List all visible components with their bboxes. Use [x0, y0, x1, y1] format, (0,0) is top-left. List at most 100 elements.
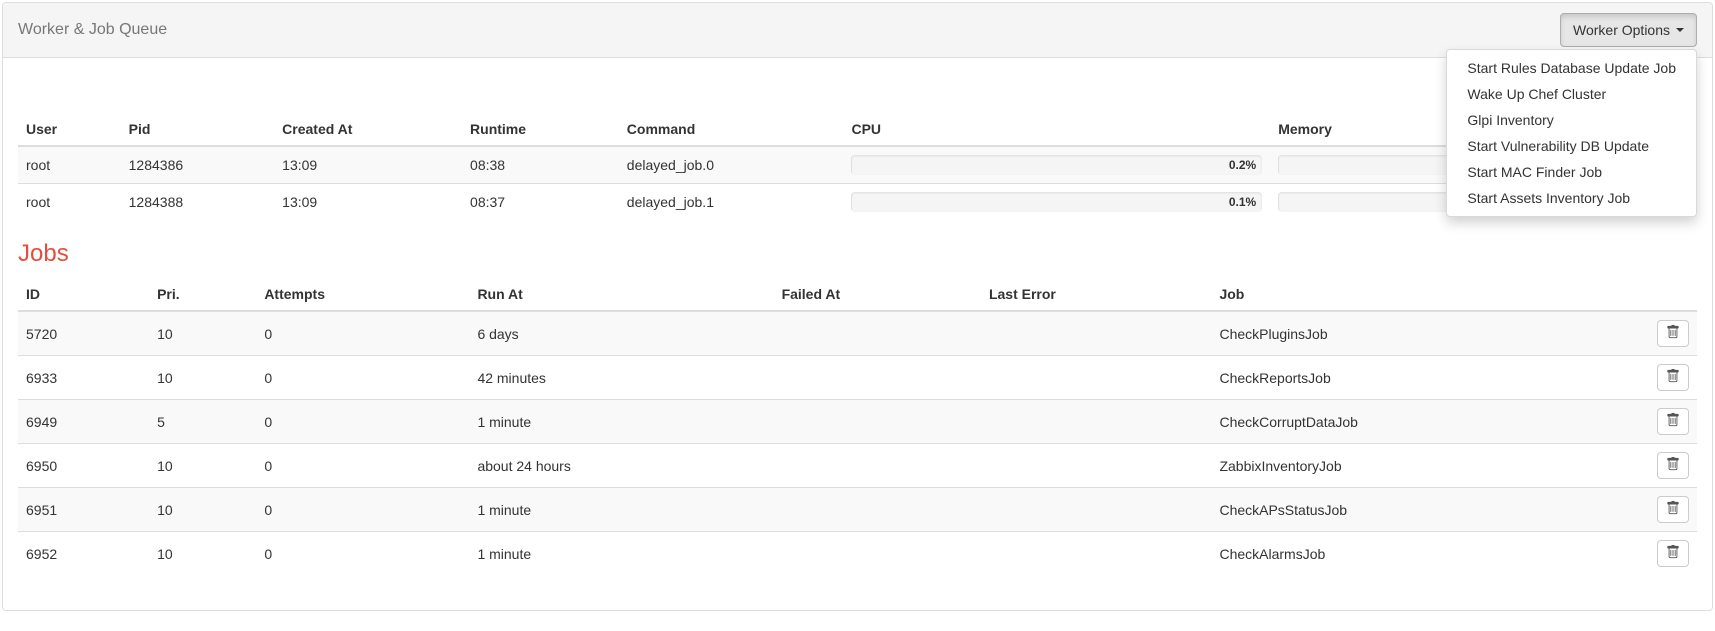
- progress-label: 0.1%: [1229, 192, 1256, 212]
- job-cell-last-error: [981, 488, 1212, 532]
- caret-down-icon: [1676, 28, 1684, 32]
- delete-job-button[interactable]: [1657, 496, 1689, 523]
- job-cell-actions: [1641, 444, 1697, 488]
- progress-label: 0.2%: [1229, 155, 1256, 175]
- job-cell-run-at: 1 minute: [469, 400, 773, 444]
- workers-th-pid: Pid: [121, 113, 275, 146]
- job-cell-last-error: [981, 400, 1212, 444]
- progress-bar: 0.2%: [851, 155, 1262, 175]
- job-cell-attempts: 0: [256, 400, 469, 444]
- worker-cell-cpu: 0.2%: [843, 146, 1270, 184]
- worker-options-label: Worker Options: [1573, 20, 1670, 40]
- worker-options-item[interactable]: Start Vulnerability DB Update: [1447, 133, 1696, 159]
- jobs-th-run-at: Run At: [469, 278, 773, 311]
- delete-job-button[interactable]: [1657, 408, 1689, 435]
- job-cell-run-at: 1 minute: [469, 532, 773, 576]
- job-cell-failed-at: [774, 356, 981, 400]
- trash-icon: [1666, 325, 1680, 342]
- job-cell-actions: [1641, 532, 1697, 576]
- worker-options-item[interactable]: Start Assets Inventory Job: [1447, 185, 1696, 211]
- worker-cell-created-at: 13:09: [274, 146, 462, 184]
- worker-row: root128438613:0908:38delayed_job.00.2%0.…: [18, 146, 1697, 184]
- worker-cell-pid: 1284388: [121, 184, 275, 221]
- job-cell-last-error: [981, 311, 1212, 356]
- job-cell-pri: 10: [149, 311, 256, 356]
- job-cell-failed-at: [774, 488, 981, 532]
- job-row: 57201006 daysCheckPluginsJob: [18, 311, 1697, 356]
- worker-options-item[interactable]: Glpi Inventory: [1447, 107, 1696, 133]
- job-row: 6949501 minute CheckCorruptDataJob: [18, 400, 1697, 444]
- trash-icon: [1666, 457, 1680, 474]
- job-cell-failed-at: [774, 400, 981, 444]
- job-row: 693310042 minutesCheckReportsJob: [18, 356, 1697, 400]
- jobs-th-pri: Pri.: [149, 278, 256, 311]
- worker-options-item[interactable]: Wake Up Chef Cluster: [1447, 81, 1696, 107]
- job-cell-pri: 5: [149, 400, 256, 444]
- worker-cell-runtime: 08:37: [462, 184, 619, 221]
- delete-job-button[interactable]: [1657, 452, 1689, 479]
- jobs-title: Jobs: [18, 240, 1697, 268]
- panel-heading: Worker & Job Queue Worker Options Start …: [3, 3, 1712, 58]
- job-cell-job: CheckAlarmsJob: [1211, 532, 1641, 576]
- progress-bar: 0.1%: [851, 192, 1262, 212]
- worker-row: root128438813:0908:37delayed_job.10.1%0.…: [18, 184, 1697, 221]
- job-cell-id: 6949: [18, 400, 149, 444]
- job-cell-id: 6952: [18, 532, 149, 576]
- delete-job-button[interactable]: [1657, 364, 1689, 391]
- job-cell-job: CheckPluginsJob: [1211, 311, 1641, 356]
- job-cell-job: CheckAPsStatusJob: [1211, 488, 1641, 532]
- job-cell-run-at: 42 minutes: [469, 356, 773, 400]
- job-row: 69521001 minute CheckAlarmsJob: [18, 532, 1697, 576]
- job-cell-pri: 10: [149, 356, 256, 400]
- trash-icon: [1666, 501, 1680, 518]
- worker-cell-command: delayed_job.1: [619, 184, 844, 221]
- job-cell-attempts: 0: [256, 532, 469, 576]
- job-cell-pri: 10: [149, 532, 256, 576]
- job-cell-last-error: [981, 532, 1212, 576]
- workers-th-user: User: [18, 113, 121, 146]
- worker-options-item[interactable]: Start Rules Database Update Job: [1447, 55, 1696, 81]
- panel-title: Worker & Job Queue: [18, 21, 167, 39]
- job-cell-job: CheckReportsJob: [1211, 356, 1641, 400]
- worker-cell-command: delayed_job.0: [619, 146, 844, 184]
- worker-cell-created-at: 13:09: [274, 184, 462, 221]
- worker-cell-user: root: [18, 184, 121, 221]
- job-cell-actions: [1641, 311, 1697, 356]
- job-cell-pri: 10: [149, 488, 256, 532]
- jobs-th-actions: [1641, 278, 1697, 311]
- worker-cell-user: root: [18, 146, 121, 184]
- jobs-table: ID Pri. Attempts Run At Failed At Last E…: [18, 278, 1697, 575]
- worker-cell-cpu: 0.1%: [843, 184, 1270, 221]
- workers-table: User Pid Created At Runtime Command CPU …: [18, 113, 1697, 220]
- delete-job-button[interactable]: [1657, 320, 1689, 347]
- worker-options-group: Worker Options Start Rules Database Upda…: [1560, 13, 1697, 47]
- job-cell-attempts: 0: [256, 488, 469, 532]
- job-cell-failed-at: [774, 311, 981, 356]
- job-cell-actions: [1641, 400, 1697, 444]
- worker-cell-pid: 1284386: [121, 146, 275, 184]
- worker-options-menu: Start Rules Database Update JobWake Up C…: [1446, 49, 1697, 217]
- trash-icon: [1666, 413, 1680, 430]
- workers-section: User Pid Created At Runtime Command CPU …: [18, 113, 1697, 220]
- worker-options-button[interactable]: Worker Options: [1560, 13, 1697, 47]
- job-cell-job: CheckCorruptDataJob: [1211, 400, 1641, 444]
- job-cell-id: 5720: [18, 311, 149, 356]
- trash-icon: [1666, 369, 1680, 386]
- delete-job-button[interactable]: [1657, 540, 1689, 567]
- job-cell-pri: 10: [149, 444, 256, 488]
- job-cell-attempts: 0: [256, 311, 469, 356]
- jobs-th-last-error: Last Error: [981, 278, 1212, 311]
- worker-queue-panel: Worker & Job Queue Worker Options Start …: [2, 2, 1713, 611]
- job-cell-actions: [1641, 356, 1697, 400]
- trash-icon: [1666, 545, 1680, 562]
- workers-th-command: Command: [619, 113, 844, 146]
- jobs-th-id: ID: [18, 278, 149, 311]
- job-cell-last-error: [981, 444, 1212, 488]
- job-cell-run-at: about 24 hours: [469, 444, 773, 488]
- worker-options-item[interactable]: Start MAC Finder Job: [1447, 159, 1696, 185]
- jobs-th-attempts: Attempts: [256, 278, 469, 311]
- workers-th-cpu: CPU: [843, 113, 1270, 146]
- job-cell-attempts: 0: [256, 356, 469, 400]
- job-cell-id: 6950: [18, 444, 149, 488]
- job-row: 69511001 minuteCheckAPsStatusJob: [18, 488, 1697, 532]
